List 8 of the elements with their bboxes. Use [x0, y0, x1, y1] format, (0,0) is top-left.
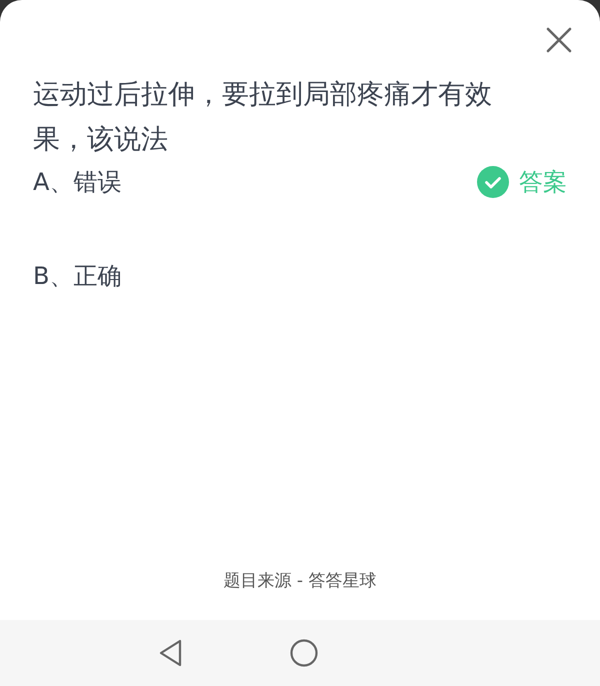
option-label[interactable]: A、错误 — [33, 166, 122, 198]
source-text: 题目来源 - 答答星球 — [222, 570, 378, 592]
close-icon — [545, 26, 573, 54]
close-button[interactable] — [545, 26, 573, 54]
answer-label: 答案 — [519, 167, 567, 198]
home-icon[interactable] — [289, 638, 319, 668]
question-text: 运动过后拉伸，要拉到局部疼痛才有效果，该说法 — [33, 78, 493, 157]
option-label[interactable]: B、正确 — [33, 260, 122, 292]
